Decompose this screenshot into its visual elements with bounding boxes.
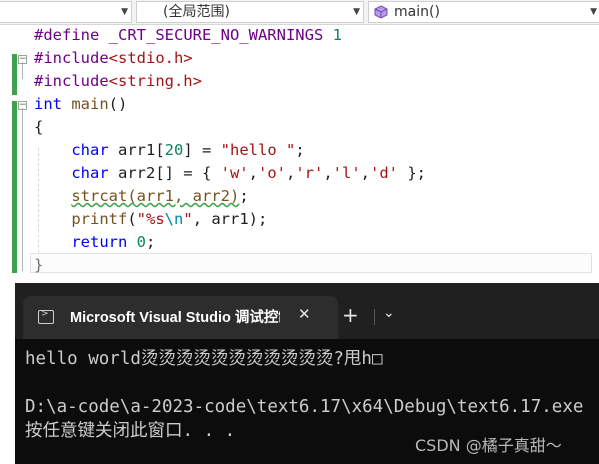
code-token: #include	[34, 49, 109, 67]
code-line[interactable]: char arr1[20] = "hello ";	[34, 139, 426, 162]
code-token: ,	[248, 164, 258, 182]
code-token: ;	[146, 233, 156, 251]
fold-guide-line	[22, 108, 23, 271]
code-token: \n	[164, 210, 184, 228]
code-token: #define	[34, 26, 100, 44]
code-token: arr1[	[108, 141, 165, 159]
code-token: };	[398, 164, 427, 182]
code-token: <stdio.h>	[108, 49, 193, 67]
fold-guide-line	[22, 62, 23, 79]
navigation-bar: ▼ (全局范围) ▼ main() ▼	[0, 0, 599, 25]
code-line[interactable]: int main()	[34, 93, 426, 116]
code-editor[interactable]: − − #define _CRT_SECURE_NO_WARNINGS 1 #in…	[0, 25, 599, 283]
change-indicator-bar	[12, 54, 17, 95]
code-line[interactable]: return 0;	[34, 231, 426, 254]
code-token: "hello "	[220, 141, 296, 159]
console-line: D:\a-code\a-2023-code\text6.17\x64\Debug…	[25, 397, 584, 417]
change-indicator-bar	[12, 101, 17, 273]
debug-console-window: Microsoft Visual Studio 调试控制台 ✕ + ⌄ hell…	[15, 283, 599, 464]
terminal-icon	[38, 309, 54, 324]
code-token: arr2[] = {	[108, 164, 221, 182]
console-output: hello world烫烫烫烫烫烫烫烫烫烫烫?甩h□ D:\a-code\a-2…	[25, 347, 583, 443]
project-dropdown[interactable]: ▼	[0, 1, 132, 23]
code-line[interactable]: char arr2[] = { 'w','o','r','l','d' };	[34, 162, 426, 185]
code-token: ()	[108, 95, 128, 113]
code-token: ;	[239, 187, 249, 205]
csdn-watermark: CSDN @橘子真甜～	[415, 436, 562, 455]
code-token: 'd'	[370, 164, 399, 182]
code-token: ] =	[183, 141, 221, 159]
code-token: "	[183, 210, 193, 228]
code-line[interactable]: #include<stdio.h>	[34, 47, 426, 70]
new-tab-icon[interactable]: +	[342, 302, 359, 328]
code-token: main	[71, 95, 109, 113]
code-token: ,	[323, 164, 333, 182]
chevron-down-icon: ▼	[590, 7, 597, 17]
function-cube-icon	[374, 5, 388, 19]
code-token: 0	[136, 233, 147, 251]
code-token: , arr1);	[192, 210, 268, 228]
code-line[interactable]: {	[34, 116, 426, 139]
code-line[interactable]: }	[34, 254, 426, 277]
code-token: _CRT_SECURE_NO_WARNINGS	[99, 26, 333, 44]
console-tab-title: Microsoft Visual Studio 调试控制台	[70, 310, 280, 326]
scope-label: (全局范围)	[163, 4, 230, 20]
code-token: int	[34, 95, 62, 113]
collapse-main-icon[interactable]: −	[18, 101, 27, 110]
code-token: #include	[34, 72, 109, 90]
code-token: (	[127, 210, 137, 228]
code-token: 'r'	[295, 164, 324, 182]
code-line[interactable]: #include<string.h>	[34, 70, 426, 93]
chevron-down-icon[interactable]: ⌄	[383, 305, 395, 321]
close-tab-icon[interactable]: ✕	[298, 305, 311, 323]
code-token: printf	[71, 210, 128, 228]
console-titlebar: Microsoft Visual Studio 调试控制台 ✕ + ⌄	[15, 283, 599, 339]
code-token: {	[34, 118, 44, 136]
console-line: hello world烫烫烫烫烫烫烫烫烫烫烫?甩h□	[25, 349, 383, 369]
code-line[interactable]: strcat(arr1, arr2);	[34, 185, 426, 208]
code-token: strcat(arr1, arr2)	[71, 187, 240, 205]
scope-dropdown[interactable]: (全局范围) ▼	[136, 1, 364, 23]
code-token: char	[71, 141, 109, 159]
titlebar-divider	[374, 309, 375, 325]
code-token: 'w'	[220, 164, 249, 182]
collapse-includes-icon[interactable]: −	[18, 55, 27, 64]
code-token: ,	[360, 164, 371, 182]
code-token: }	[34, 256, 44, 274]
code-token: ,	[285, 164, 296, 182]
code-token: 20	[164, 141, 184, 159]
code-token: 'l'	[332, 164, 361, 182]
code-line[interactable]: #define _CRT_SECURE_NO_WARNINGS 1	[34, 24, 426, 47]
code-token: return	[71, 233, 128, 251]
code-token: ;	[295, 141, 305, 159]
function-label: main()	[394, 4, 440, 20]
code-token: 1	[332, 26, 342, 44]
console-tab[interactable]: Microsoft Visual Studio 调试控制台 ✕	[23, 296, 338, 339]
code-token: char	[71, 164, 109, 182]
code-token: "%s	[136, 210, 165, 228]
chevron-down-icon: ▼	[121, 7, 128, 17]
source-code[interactable]: #define _CRT_SECURE_NO_WARNINGS 1 #includ…	[34, 24, 426, 277]
function-dropdown[interactable]: main() ▼	[368, 1, 599, 23]
code-line[interactable]: printf("%s\n", arr1);	[34, 208, 426, 231]
chevron-down-icon: ▼	[353, 7, 360, 17]
code-token: 'o'	[257, 164, 286, 182]
code-token: <string.h>	[108, 72, 202, 90]
